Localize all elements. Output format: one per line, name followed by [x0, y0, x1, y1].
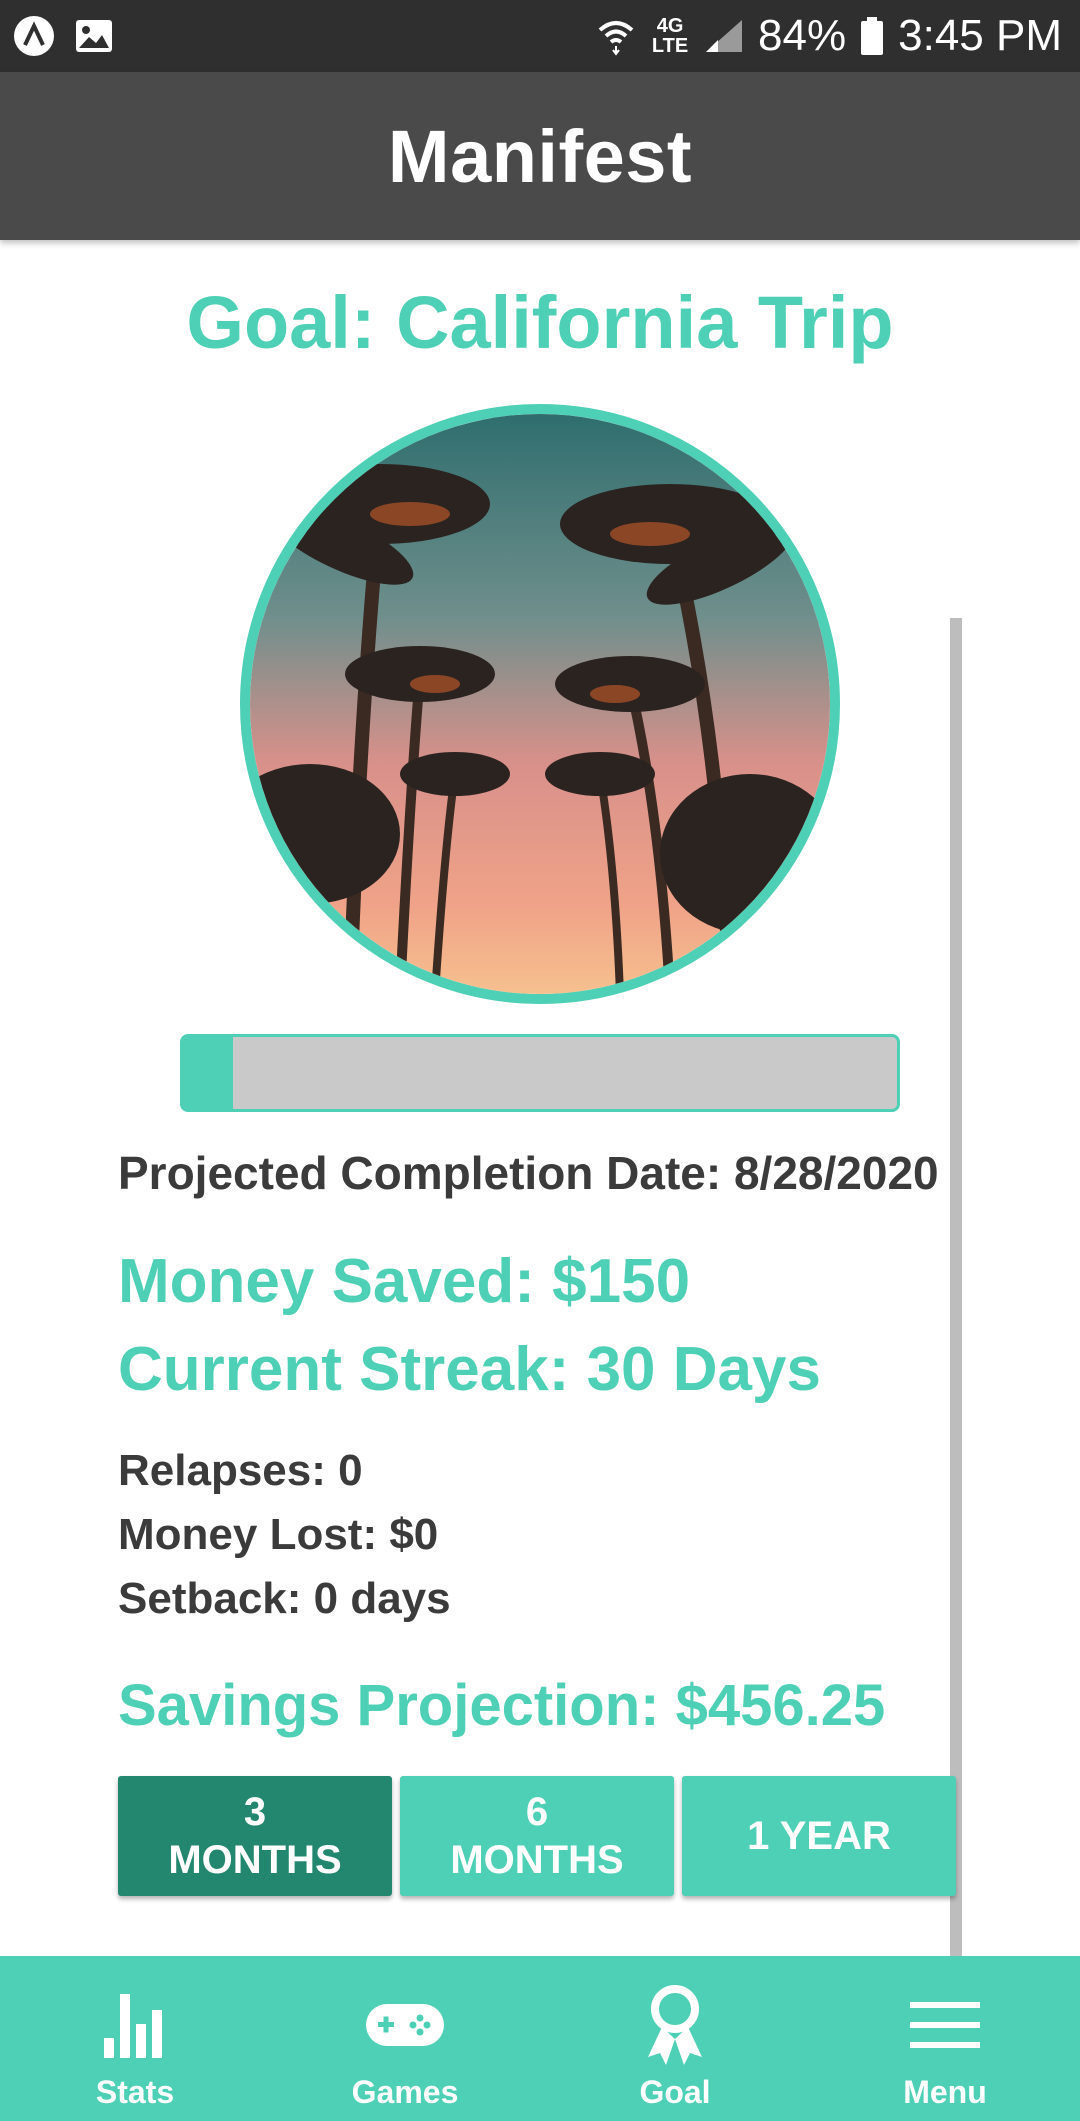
bottom-nav: Stats Games Goal Menu [0, 1956, 1080, 2121]
wifi-icon [596, 16, 636, 56]
range-3-months-button[interactable]: 3 MONTHS [118, 1776, 392, 1896]
relapses: Relapses: 0 [118, 1446, 363, 1495]
money-lost: Money Lost: $0 [118, 1510, 439, 1559]
palm-trees-photo [250, 414, 830, 994]
image-icon [74, 18, 114, 54]
projection-range-selector: 3 MONTHS 6 MONTHS 1 YEAR [118, 1776, 956, 1896]
status-bar: 4G LTE 84% 3:45 PM [0, 0, 1080, 72]
award-ribbon-icon [640, 1980, 710, 2070]
nav-goal[interactable]: Goal [540, 1956, 810, 2121]
current-streak: Current Streak: 30 Days [118, 1335, 821, 1404]
status-right: 4G LTE 84% 3:45 PM [596, 8, 1062, 64]
battery-icon [860, 16, 884, 56]
nav-goal-label: Goal [639, 2074, 711, 2110]
status-left [12, 14, 114, 58]
range-1-year-button[interactable]: 1 YEAR [682, 1776, 956, 1896]
range-6-months-button[interactable]: 6 MONTHS [400, 1776, 674, 1896]
clock: 3:45 PM [898, 11, 1062, 60]
goal-photo [240, 404, 840, 1004]
network-label: 4G LTE [651, 15, 689, 57]
projected-completion-date: Projected Completion Date: 8/28/2020 [118, 1147, 939, 1199]
nav-menu-label: Menu [903, 2074, 987, 2110]
nav-stats[interactable]: Stats [0, 1956, 270, 2121]
hamburger-menu-icon [910, 1980, 980, 2070]
goal-title: Goal: California Trip [186, 281, 894, 364]
bar-chart-icon [100, 1980, 170, 2070]
money-saved: Money Saved: $150 [118, 1247, 691, 1316]
scrollbar[interactable] [950, 618, 962, 1958]
app-title: Manifest [387, 114, 693, 198]
gamepad-icon [364, 1980, 446, 2070]
lte-icon: 4G LTE [650, 16, 690, 56]
battery-percent: 84% [758, 11, 847, 60]
app-launcher-icon [12, 14, 56, 58]
nav-stats-label: Stats [95, 2074, 175, 2110]
app-bar: Manifest [0, 72, 1080, 240]
savings-projection: Savings Projection: $456.25 [118, 1673, 886, 1738]
nav-menu[interactable]: Menu [810, 1956, 1080, 2121]
signal-icon [704, 18, 744, 54]
nav-games[interactable]: Games [270, 1956, 540, 2121]
goal-progress-bar [180, 1034, 900, 1112]
goal-progress-fill [183, 1037, 233, 1109]
nav-games-label: Games [351, 2074, 459, 2110]
setback: Setback: 0 days [118, 1574, 451, 1623]
